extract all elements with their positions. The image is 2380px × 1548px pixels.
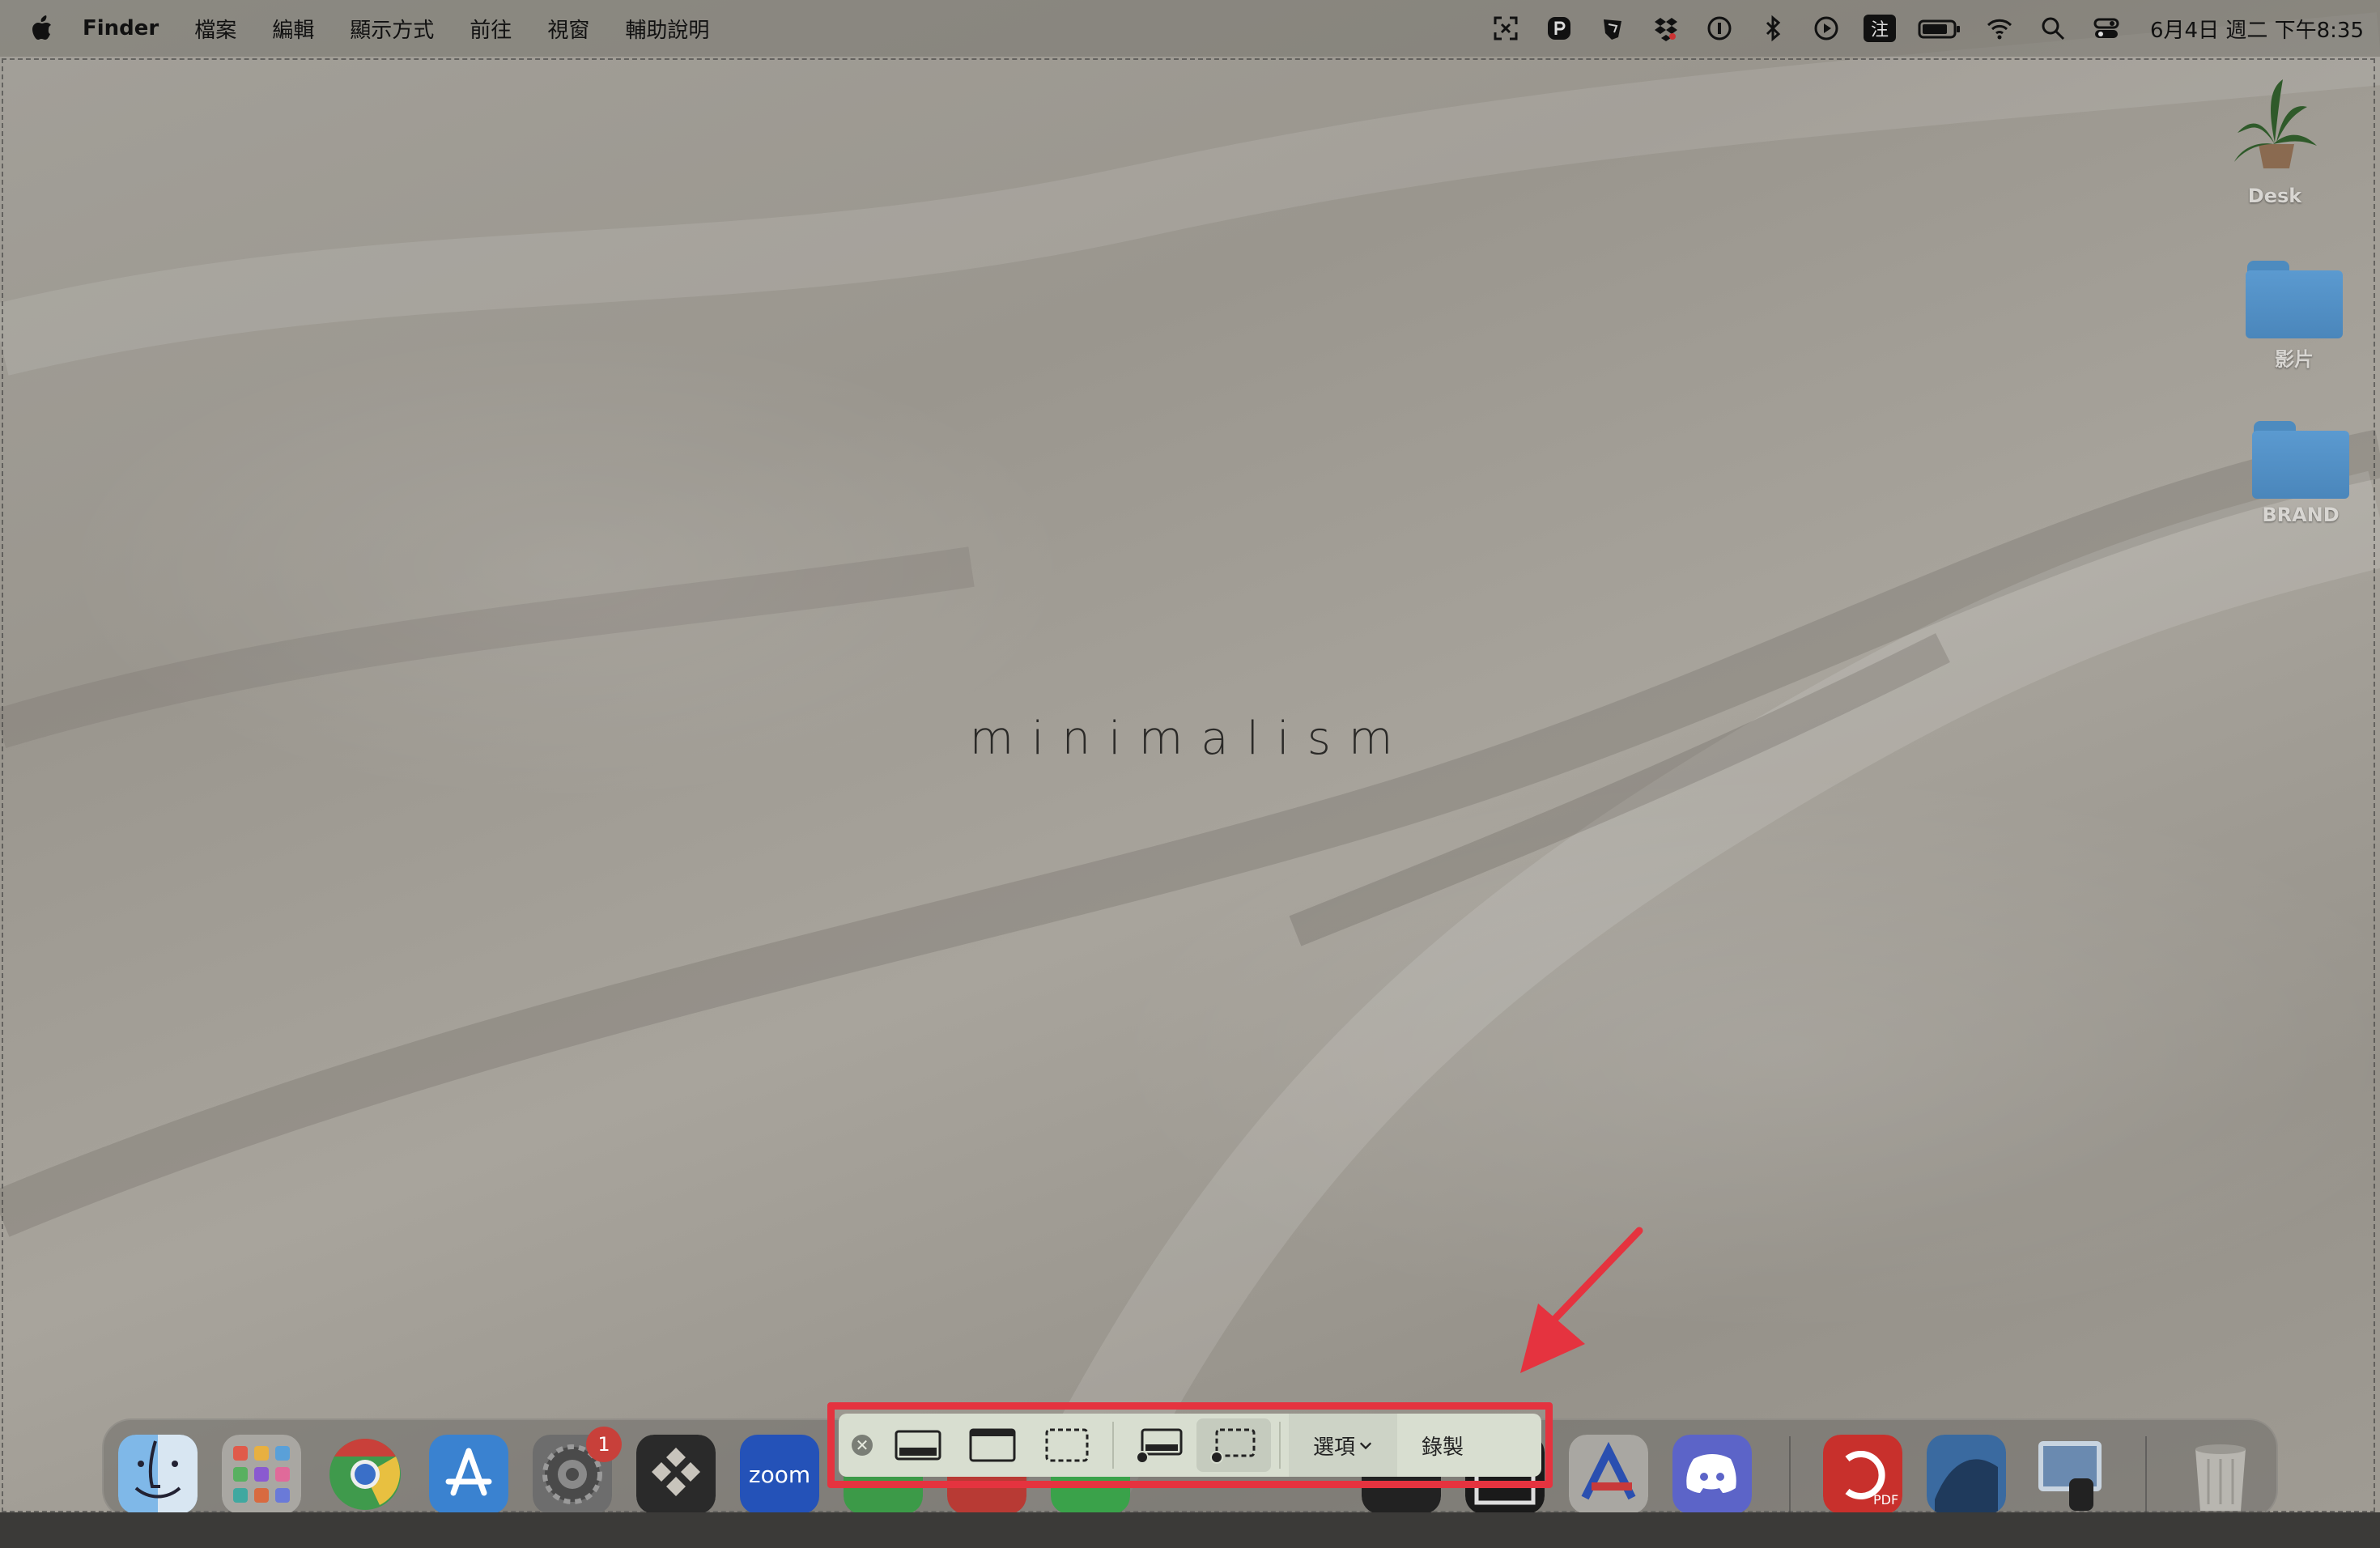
app-store-icon xyxy=(429,1435,508,1514)
pdf-icon: PDF xyxy=(1823,1435,1902,1514)
options-menu-button[interactable]: 選項 xyxy=(1289,1414,1398,1477)
chevron-down-icon xyxy=(1359,1442,1372,1450)
dock-preview[interactable] xyxy=(2030,1435,2110,1514)
menu-finder[interactable]: Finder xyxy=(83,16,159,40)
folder-icon xyxy=(2252,421,2349,499)
menu-go[interactable]: 前往 xyxy=(470,14,512,44)
battery-icon[interactable] xyxy=(1917,12,1962,45)
zoom-icon-label: zoom xyxy=(748,1461,811,1488)
password-manager-icon[interactable] xyxy=(1703,12,1736,45)
folder-icon xyxy=(2246,261,2343,338)
dock-zoom[interactable]: zoom xyxy=(740,1435,819,1514)
menu-view[interactable]: 顯示方式 xyxy=(350,14,434,44)
dock-app-wave[interactable] xyxy=(1927,1435,2006,1514)
dock-app-affinity[interactable] xyxy=(1569,1435,1648,1514)
fabric-folds xyxy=(0,12,2380,1548)
input-method-icon[interactable]: 注 xyxy=(1864,12,1896,45)
record-entire-screen-button[interactable] xyxy=(1122,1418,1196,1472)
shield-icon[interactable] xyxy=(1596,12,1629,45)
dropbox-icon[interactable] xyxy=(1650,12,1682,45)
menubar-clock[interactable]: 6月4日 週二 下午8:35 xyxy=(2150,14,2364,44)
dock-pdf-app[interactable]: PDF xyxy=(1823,1435,1902,1514)
wallpaper-text: minimalism xyxy=(969,712,1411,765)
p-app-icon[interactable] xyxy=(1543,12,1575,45)
discord-icon xyxy=(1672,1435,1752,1514)
dock-app-store[interactable] xyxy=(429,1435,508,1514)
window-icon xyxy=(969,1428,1016,1462)
close-icon: ✕ xyxy=(852,1435,873,1456)
dock-trash[interactable] xyxy=(2181,1435,2260,1514)
desktop-folder-brand[interactable]: BRAND xyxy=(2244,421,2357,526)
record-screen-icon xyxy=(1136,1428,1183,1464)
bottom-edge xyxy=(0,1512,2380,1548)
close-toolbar-button[interactable]: ✕ xyxy=(844,1418,881,1472)
launchpad-icon xyxy=(222,1435,301,1514)
menu-bar: Finder 檔案 編輯 顯示方式 前往 視窗 輔助說明 注 6月4日 週二 下… xyxy=(0,0,2380,57)
record-button[interactable]: 錄製 xyxy=(1397,1414,1488,1477)
capture-window-button[interactable] xyxy=(955,1418,1030,1472)
toolbar-separator xyxy=(1112,1422,1114,1469)
options-label: 選項 xyxy=(1313,1435,1356,1460)
notification-badge: 1 xyxy=(586,1427,622,1462)
record-selection-button[interactable] xyxy=(1196,1418,1271,1472)
chrome-icon xyxy=(329,1439,401,1510)
screenshot-crop-icon[interactable] xyxy=(1490,12,1522,45)
dock-discord[interactable] xyxy=(1672,1435,1752,1514)
wifi-icon[interactable] xyxy=(1983,12,2016,45)
affinity-icon xyxy=(1569,1435,1648,1514)
dock-separator xyxy=(2145,1436,2147,1512)
spotlight-search-icon[interactable] xyxy=(2037,12,2069,45)
capture-selection-button[interactable] xyxy=(1030,1418,1104,1472)
desktop-icon-label: BRAND xyxy=(2262,504,2340,526)
preview-icon xyxy=(2038,1441,2102,1511)
menu-edit[interactable]: 編輯 xyxy=(272,14,314,44)
dock-finder[interactable] xyxy=(118,1435,198,1514)
wave-app-icon xyxy=(1927,1435,2006,1514)
dock-figma-like-app[interactable] xyxy=(636,1435,716,1514)
dock-separator xyxy=(1789,1436,1791,1512)
apple-icon[interactable] xyxy=(29,15,53,42)
plant-icon xyxy=(2234,79,2317,168)
screenshot-toolbar: ✕ 選項 錄製 xyxy=(839,1414,1541,1477)
finder-icon xyxy=(118,1435,198,1514)
record-label: 錄製 xyxy=(1422,1435,1464,1460)
desktop-icon-label: Desk xyxy=(2247,185,2302,207)
diamond-grid-icon xyxy=(636,1435,716,1514)
desktop-icon-label: 影片 xyxy=(2275,348,2314,371)
dock-launchpad[interactable] xyxy=(222,1435,301,1514)
trash-icon xyxy=(2195,1444,2246,1511)
record-selection-icon xyxy=(1210,1428,1256,1464)
control-center-icon[interactable] xyxy=(2090,12,2123,45)
capture-entire-screen-button[interactable] xyxy=(881,1418,955,1472)
desktop-folder-video[interactable]: 影片 xyxy=(2238,261,2351,372)
play-circle-icon[interactable] xyxy=(1810,12,1842,45)
svg-text:PDF: PDF xyxy=(1873,1492,1898,1508)
desktop-wallpaper: minimalism xyxy=(0,0,2380,1548)
entire-screen-icon xyxy=(895,1430,941,1461)
dock-chrome[interactable] xyxy=(325,1435,405,1514)
menu-file[interactable]: 檔案 xyxy=(194,14,236,44)
menu-help[interactable]: 輔助說明 xyxy=(625,14,709,44)
toolbar-separator xyxy=(1279,1422,1281,1469)
selection-icon xyxy=(1045,1428,1089,1462)
bluetooth-icon[interactable] xyxy=(1757,12,1789,45)
annotation-arrow xyxy=(1520,1227,1643,1373)
desktop-icon-desk[interactable]: Desk xyxy=(2218,71,2331,207)
menu-window[interactable]: 視窗 xyxy=(547,14,589,44)
